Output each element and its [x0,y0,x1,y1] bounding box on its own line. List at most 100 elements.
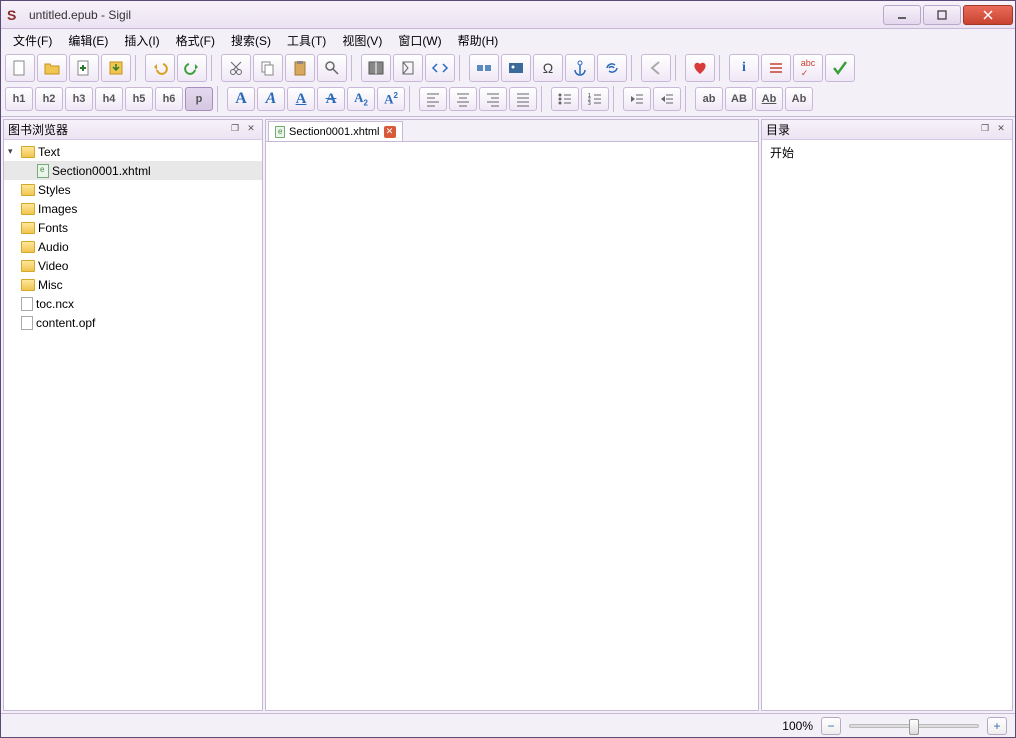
book-view-icon[interactable] [361,54,391,82]
close-button[interactable] [963,5,1013,25]
tree-file-toc-ncx[interactable]: toc.ncx [4,294,262,313]
toc-item-start[interactable]: 开始 [770,144,1004,161]
heading-h6-button[interactable]: h6 [155,87,183,111]
zoom-slider[interactable] [849,724,979,728]
insert-image-icon[interactable] [501,54,531,82]
book-browser-header: 图书浏览器 ❐ ✕ [4,120,262,140]
menu-file[interactable]: 文件(F) [5,30,60,51]
code-view-icon[interactable] [425,54,455,82]
align-right-icon[interactable] [479,87,507,111]
lowercase-button[interactable]: ab [695,87,723,111]
heading-h3-button[interactable]: h3 [65,87,93,111]
add-file-icon[interactable] [69,54,99,82]
save-icon[interactable] [101,54,131,82]
back-icon[interactable] [641,54,671,82]
zoom-out-button[interactable]: − [821,717,841,735]
zoom-slider-thumb[interactable] [909,719,919,735]
menu-edit[interactable]: 编辑(E) [60,30,116,51]
folder-icon [21,260,35,272]
split-marker-icon[interactable] [469,54,499,82]
menu-help[interactable]: 帮助(H) [450,30,507,51]
tree-folder-audio[interactable]: Audio [4,237,262,256]
align-justify-icon[interactable] [509,87,537,111]
toc-title: 目录 [766,121,790,138]
panel-close-icon[interactable]: ✕ [994,123,1008,137]
menubar: 文件(F) 编辑(E) 插入(I) 格式(F) 搜索(S) 工具(T) 视图(V… [1,29,1015,51]
heading-h2-button[interactable]: h2 [35,87,63,111]
folder-icon [21,146,35,158]
main-area: 图书浏览器 ❐ ✕ Text Section0001.xhtml Styles … [1,117,1015,713]
new-file-icon[interactable] [5,54,35,82]
folder-icon [21,241,35,253]
redo-icon[interactable] [177,54,207,82]
find-icon[interactable] [317,54,347,82]
tab-close-icon[interactable]: ✕ [384,126,396,138]
increase-indent-icon[interactable] [653,87,681,111]
menu-window[interactable]: 窗口(W) [390,30,449,51]
tree-folder-styles[interactable]: Styles [4,180,262,199]
panel-float-icon[interactable]: ❐ [228,123,242,137]
anchor-icon[interactable] [565,54,595,82]
number-list-icon[interactable]: 123 [581,87,609,111]
spellcheck-icon[interactable]: abc✓ [793,54,823,82]
folder-icon [21,222,35,234]
svg-text:3: 3 [588,101,591,107]
heading-h1-button[interactable]: h1 [5,87,33,111]
book-browser-panel: 图书浏览器 ❐ ✕ Text Section0001.xhtml Styles … [3,119,263,711]
panel-float-icon[interactable]: ❐ [978,123,992,137]
heading-h5-button[interactable]: h5 [125,87,153,111]
toc-icon[interactable] [761,54,791,82]
menu-search[interactable]: 搜索(S) [223,30,279,51]
underline-icon[interactable]: A [287,87,315,111]
tree-folder-video[interactable]: Video [4,256,262,275]
validate-icon[interactable] [825,54,855,82]
book-tree: Text Section0001.xhtml Styles Images Fon… [4,140,262,334]
undo-icon[interactable] [145,54,175,82]
uppercase-button[interactable]: AB [725,87,753,111]
metadata-icon[interactable]: i [729,54,759,82]
superscript-icon[interactable]: A2 [377,87,405,111]
minimize-button[interactable] [883,5,921,25]
copy-icon[interactable] [253,54,283,82]
toolbars: Ω i abc✓ h1 h2 h3 h4 h5 h6 p A A A A [1,51,1015,117]
capitalize-button[interactable]: Ab [785,87,813,111]
toc-body: 开始 [762,140,1012,710]
tree-folder-misc[interactable]: Misc [4,275,262,294]
subscript-icon[interactable]: A2 [347,87,375,111]
bullet-list-icon[interactable] [551,87,579,111]
donate-icon[interactable] [685,54,715,82]
tree-file-content-opf[interactable]: content.opf [4,313,262,332]
open-file-icon[interactable] [37,54,67,82]
tree-folder-images[interactable]: Images [4,199,262,218]
editor-area[interactable] [266,142,758,710]
special-char-icon[interactable]: Ω [533,54,563,82]
tree-folder-text[interactable]: Text [4,142,262,161]
tree-file-section0001[interactable]: Section0001.xhtml [4,161,262,180]
strikethrough-icon[interactable]: A [317,87,345,111]
menu-tools[interactable]: 工具(T) [279,30,334,51]
tab-section0001[interactable]: Section0001.xhtml ✕ [268,121,403,141]
menu-format[interactable]: 格式(F) [168,30,223,51]
book-browser-title: 图书浏览器 [8,121,68,138]
folder-icon [21,279,35,291]
maximize-button[interactable] [923,5,961,25]
heading-h4-button[interactable]: h4 [95,87,123,111]
link-icon[interactable] [597,54,627,82]
paste-icon[interactable] [285,54,315,82]
panel-close-icon[interactable]: ✕ [244,123,258,137]
menu-insert[interactable]: 插入(I) [116,30,167,51]
italic-icon[interactable]: A [257,87,285,111]
menu-view[interactable]: 视图(V) [334,30,390,51]
bold-icon[interactable]: A [227,87,255,111]
split-view-icon[interactable] [393,54,423,82]
zoom-in-button[interactable]: + [987,717,1007,735]
paragraph-button[interactable]: p [185,87,213,111]
align-center-icon[interactable] [449,87,477,111]
tree-folder-fonts[interactable]: Fonts [4,218,262,237]
editor-tabstrip: Section0001.xhtml ✕ [266,120,758,142]
cut-icon[interactable] [221,54,251,82]
titlecase-button[interactable]: Ab [755,87,783,111]
decrease-indent-icon[interactable] [623,87,651,111]
editor-panel: Section0001.xhtml ✕ [265,119,759,711]
align-left-icon[interactable] [419,87,447,111]
